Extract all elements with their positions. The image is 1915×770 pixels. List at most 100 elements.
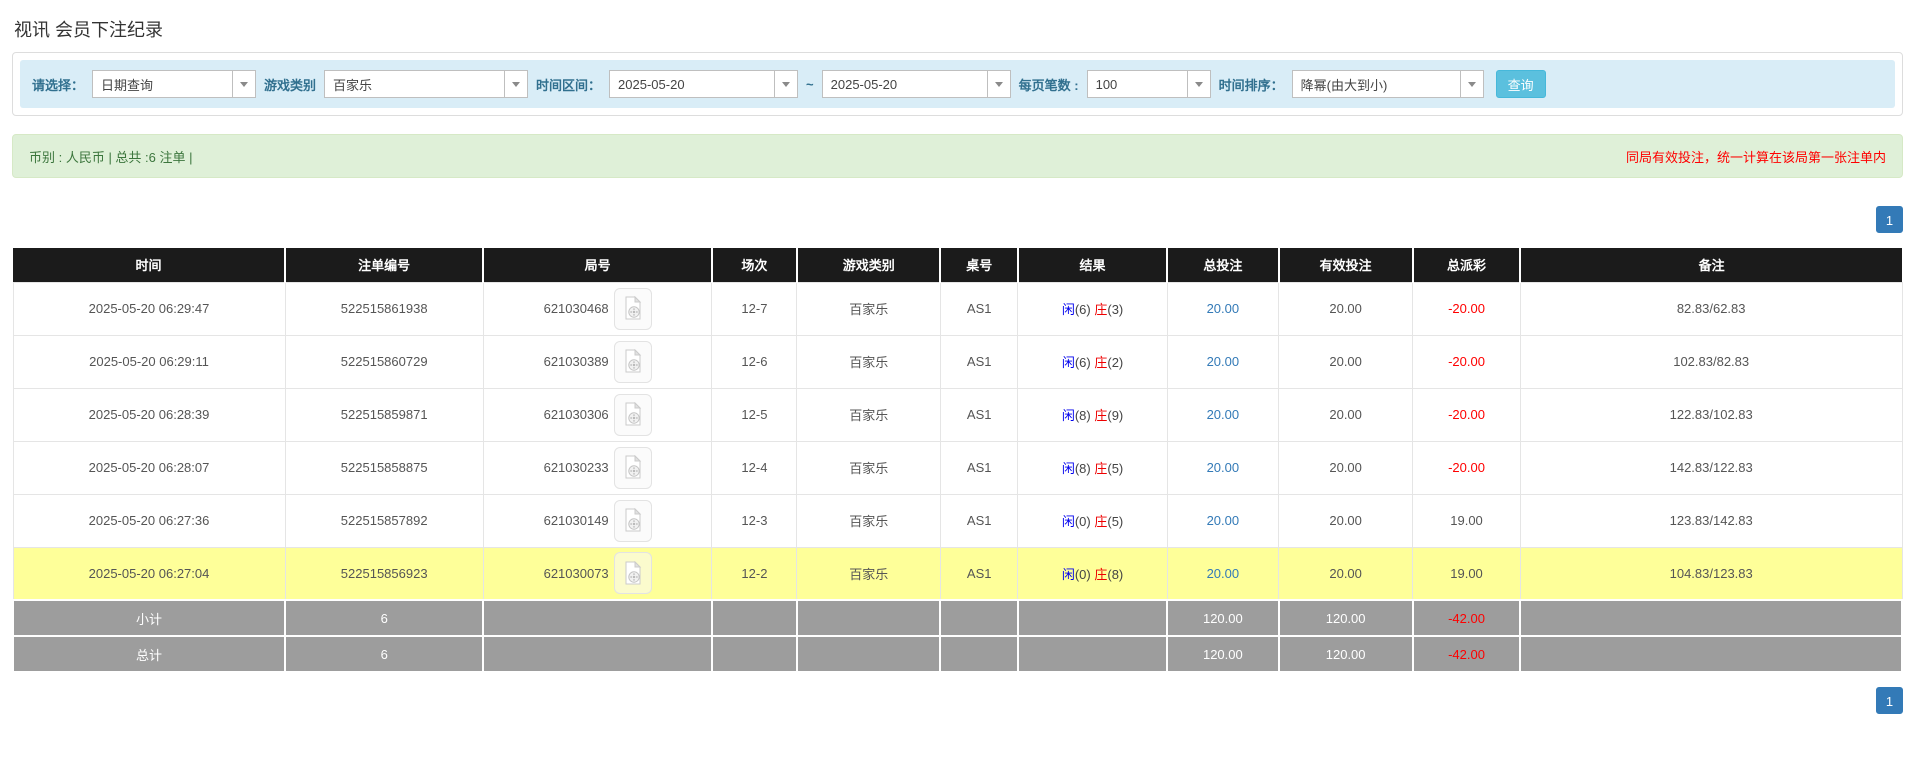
page-size-combobox[interactable] (1087, 70, 1211, 98)
page-1-button[interactable]: 1 (1876, 687, 1903, 714)
cell-note: 102.83/82.83 (1520, 335, 1902, 388)
table-row: 2025-05-20 06:28:39522515859871621030306… (13, 388, 1902, 441)
date-to-combobox[interactable] (822, 70, 1011, 98)
total-bet-link[interactable]: 20.00 (1207, 513, 1240, 528)
total-bet-link[interactable]: 20.00 (1207, 460, 1240, 475)
cell-session: 12-2 (712, 547, 797, 600)
date-from-combobox[interactable] (609, 70, 798, 98)
page-1-button[interactable]: 1 (1876, 206, 1903, 233)
sort-order-input[interactable] (1292, 70, 1460, 98)
date-from-input[interactable] (609, 70, 774, 98)
result-banker-label: 庄 (1094, 302, 1107, 317)
cell-payout: -20.00 (1413, 335, 1521, 388)
result-player-label: 闲 (1062, 514, 1075, 529)
cell-valid-bet: 20.00 (1279, 494, 1413, 547)
chevron-down-icon[interactable] (504, 70, 528, 98)
video-replay-button[interactable] (614, 552, 652, 594)
cell-table-no: AS1 (940, 441, 1017, 494)
cell-bet-id: 522515859871 (285, 388, 483, 441)
result-banker-label: 庄 (1094, 567, 1107, 582)
cell-time: 2025-05-20 06:29:47 (13, 282, 285, 335)
col-bet-id: 注单编号 (285, 248, 483, 282)
game-type-input[interactable] (324, 70, 504, 98)
cell-valid-bet: 20.00 (1279, 335, 1413, 388)
cell-game-type: 百家乐 (797, 388, 941, 441)
result-player-label: 闲 (1062, 567, 1075, 582)
result-player-label: 闲 (1062, 461, 1075, 476)
cell-table-no: AS1 (940, 282, 1017, 335)
cell-table-no: AS1 (940, 335, 1017, 388)
table-row: 2025-05-20 06:28:07522515858875621030233… (13, 441, 1902, 494)
summary-payout: -42.00 (1413, 600, 1521, 636)
result-player-label: 闲 (1062, 302, 1075, 317)
cell-result: 闲(6) 庄(2) (1018, 335, 1167, 388)
cell-table-no: AS1 (940, 547, 1017, 600)
cell-session: 12-5 (712, 388, 797, 441)
chevron-down-icon[interactable] (232, 70, 256, 98)
total-bet-link[interactable]: 20.00 (1207, 566, 1240, 581)
chevron-down-icon[interactable] (1460, 70, 1484, 98)
round-id-value: 621030233 (544, 460, 609, 475)
cell-round-id: 621030306 (483, 388, 712, 441)
bet-records-table: 时间 注单编号 局号 场次 游戏类别 桌号 结果 总投注 有效投注 总派彩 备注… (12, 248, 1903, 673)
cell-result: 闲(8) 庄(5) (1018, 441, 1167, 494)
video-file-icon (623, 455, 643, 480)
page-size-label: 每页笔数 : (1019, 75, 1079, 94)
cell-time: 2025-05-20 06:27:04 (13, 547, 285, 600)
total-bet-link[interactable]: 20.00 (1207, 301, 1240, 316)
search-button[interactable]: 查询 (1496, 70, 1546, 98)
summary-total-bet: 120.00 (1167, 636, 1278, 672)
video-replay-button[interactable] (614, 341, 652, 383)
cell-note: 142.83/122.83 (1520, 441, 1902, 494)
cell-round-id: 621030233 (483, 441, 712, 494)
cell-result: 闲(8) 庄(9) (1018, 388, 1167, 441)
cell-bet-id: 522515860729 (285, 335, 483, 388)
cell-payout: -20.00 (1413, 388, 1521, 441)
filter-panel: 请选择： 游戏类别 时间区间： ~ 每页笔数 : (12, 52, 1903, 116)
cell-time: 2025-05-20 06:28:07 (13, 441, 285, 494)
cell-round-id: 621030149 (483, 494, 712, 547)
result-banker-label: 庄 (1094, 514, 1107, 529)
cell-table-no: AS1 (940, 388, 1017, 441)
video-replay-button[interactable] (614, 394, 652, 436)
col-valid-bet: 有效投注 (1279, 248, 1413, 282)
cell-valid-bet: 20.00 (1279, 388, 1413, 441)
round-id-value: 621030149 (544, 513, 609, 528)
cell-result: 闲(0) 庄(8) (1018, 547, 1167, 600)
page-container: 视讯 会员下注纪录 请选择： 游戏类别 时间区间： ~ 每页 (0, 0, 1915, 714)
sort-order-combobox[interactable] (1292, 70, 1484, 98)
round-id-value: 621030389 (544, 354, 609, 369)
chevron-down-icon[interactable] (774, 70, 798, 98)
game-type-combobox[interactable] (324, 70, 528, 98)
query-type-combobox[interactable] (92, 70, 256, 98)
cell-note: 122.83/102.83 (1520, 388, 1902, 441)
pagination-top: 1 (12, 206, 1903, 233)
video-replay-button[interactable] (614, 447, 652, 489)
cell-session: 12-3 (712, 494, 797, 547)
page-size-input[interactable] (1087, 70, 1187, 98)
table-header: 时间 注单编号 局号 场次 游戏类别 桌号 结果 总投注 有效投注 总派彩 备注 (13, 248, 1902, 282)
cell-total-bet: 20.00 (1167, 388, 1278, 441)
cell-session: 12-6 (712, 335, 797, 388)
summary-bar: 币别 : 人民币 | 总共 :6 注单 | 同局有效投注，统一计算在该局第一张注… (12, 134, 1903, 178)
cell-session: 12-7 (712, 282, 797, 335)
total-bet-link[interactable]: 20.00 (1207, 354, 1240, 369)
chevron-down-icon[interactable] (1187, 70, 1211, 98)
table-row: 2025-05-20 06:29:47522515861938621030468… (13, 282, 1902, 335)
video-file-icon (623, 296, 643, 321)
chevron-down-icon[interactable] (987, 70, 1011, 98)
cell-valid-bet: 20.00 (1279, 547, 1413, 600)
cell-round-id: 621030073 (483, 547, 712, 600)
sort-order-label: 时间排序： (1219, 75, 1284, 94)
cell-bet-id: 522515861938 (285, 282, 483, 335)
round-id-value: 621030073 (544, 566, 609, 581)
video-replay-button[interactable] (614, 288, 652, 330)
video-replay-button[interactable] (614, 500, 652, 542)
select-type-label: 请选择： (32, 75, 84, 94)
total-bet-link[interactable]: 20.00 (1207, 407, 1240, 422)
valid-bet-note: 同局有效投注，统一计算在该局第一张注单内 (1626, 147, 1886, 166)
date-to-input[interactable] (822, 70, 987, 98)
query-type-input[interactable] (92, 70, 232, 98)
cell-total-bet: 20.00 (1167, 282, 1278, 335)
cell-game-type: 百家乐 (797, 441, 941, 494)
